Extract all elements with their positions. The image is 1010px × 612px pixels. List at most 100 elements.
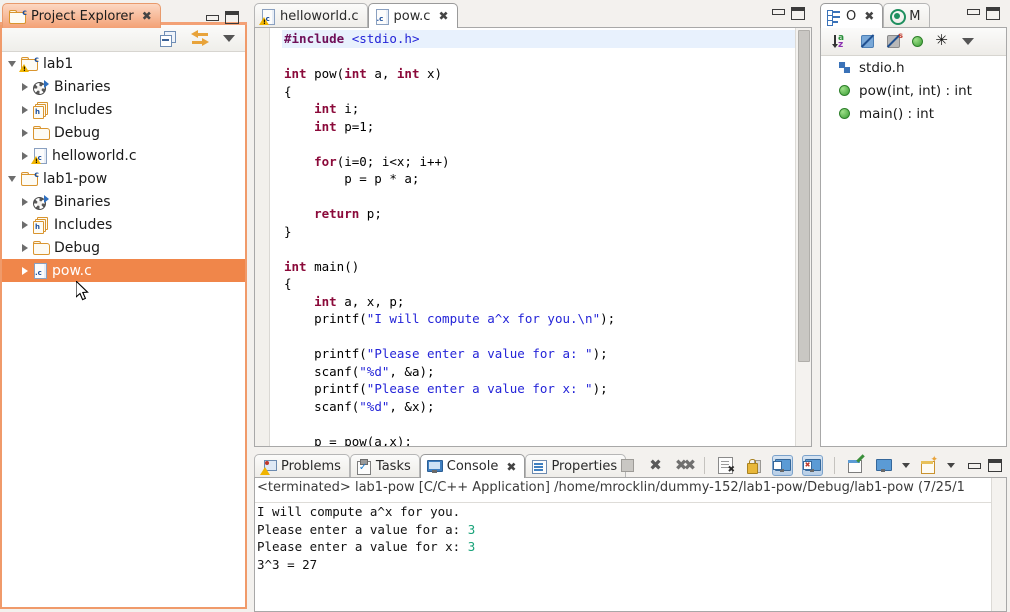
chevron-right-icon[interactable]	[22, 105, 28, 114]
terminate-button[interactable]	[618, 456, 637, 475]
chevron-down-icon[interactable]	[947, 463, 955, 468]
chevron-right-icon[interactable]	[22, 128, 28, 137]
warning-overlay-icon	[31, 156, 41, 165]
tree-item[interactable]: h Includes	[2, 213, 245, 236]
chevron-right-icon[interactable]	[22, 243, 28, 252]
editor-folding-ruler[interactable]	[270, 28, 281, 446]
code-line[interactable]: int i;	[282, 100, 795, 118]
code-line[interactable]: scanf("%d", &x);	[282, 398, 795, 416]
outline-item[interactable]: stdio.h	[821, 56, 1006, 79]
minimize-icon[interactable]	[772, 7, 785, 16]
scroll-lock-button[interactable]	[744, 456, 763, 475]
hide-static-members-icon[interactable]: s	[886, 31, 903, 49]
outline-items-list[interactable]: stdio.h pow(int, int) : int main() : int	[821, 56, 1006, 446]
code-line[interactable]	[282, 188, 795, 206]
code-line[interactable]: {	[282, 83, 795, 101]
code-line[interactable]	[282, 328, 795, 346]
code-line[interactable]: int p=1;	[282, 118, 795, 136]
tab-properties[interactable]: Properties	[525, 454, 627, 478]
close-icon[interactable]: ✖	[438, 10, 448, 22]
maximize-icon[interactable]	[791, 7, 805, 20]
chevron-right-icon[interactable]	[22, 197, 28, 206]
code-line[interactable]: {	[282, 275, 795, 293]
code-line[interactable]: p = pow(a,x);	[282, 433, 795, 447]
clear-console-button[interactable]: ✖	[716, 456, 735, 475]
console-output-text[interactable]: I will compute a^x for you. Please enter …	[255, 501, 992, 611]
tab-console[interactable]: Console ✖	[419, 454, 526, 478]
chevron-right-icon[interactable]	[22, 220, 28, 229]
project-tree[interactable]: clab1BinarieshIncludesDebug.chelloworld.…	[2, 52, 245, 607]
show-console-on-error-button[interactable]: ✖	[802, 455, 823, 476]
tab-problems[interactable]: Problems	[254, 454, 350, 478]
chevron-down-icon[interactable]	[902, 463, 910, 468]
code-line[interactable]: int main()	[282, 258, 795, 276]
code-line[interactable]: #include <stdio.h>	[282, 30, 795, 48]
tree-item[interactable]: Debug	[2, 121, 245, 144]
tab-m[interactable]: M	[883, 3, 930, 28]
code-token: );	[592, 381, 608, 396]
hide-fields-icon[interactable]	[860, 34, 875, 49]
code-line[interactable]: return p;	[282, 205, 795, 223]
maximize-icon[interactable]	[988, 459, 1002, 472]
tab-helloworld-c[interactable]: .c helloworld.c	[254, 3, 368, 28]
open-console-button[interactable]	[846, 454, 865, 475]
code-line[interactable]: scanf("%d", &a);	[282, 363, 795, 381]
tree-item[interactable]: .c helloworld.c	[2, 144, 245, 167]
tab-o[interactable]: O ✖	[820, 3, 884, 28]
outline-item[interactable]: pow(int, int) : int	[821, 79, 1006, 102]
code-line[interactable]: p = p * a;	[282, 170, 795, 188]
collapse-all-icon[interactable]	[160, 30, 177, 47]
remove-launch-button[interactable]: ✖	[646, 456, 665, 475]
tree-item[interactable]: Debug	[2, 236, 245, 259]
editor-scrollbar-thumb[interactable]	[798, 30, 810, 362]
outline-item[interactable]: main() : int	[821, 102, 1006, 125]
code-line[interactable]: printf("Please enter a value for a: ");	[282, 345, 795, 363]
minimize-icon[interactable]	[967, 7, 980, 16]
link-with-editor-icon[interactable]	[191, 30, 209, 46]
chevron-right-icon[interactable]	[22, 82, 28, 91]
sort-alphabetically-icon[interactable]: az	[831, 33, 849, 50]
close-icon[interactable]: ✖	[506, 461, 516, 473]
view-menu-icon[interactable]	[223, 34, 235, 42]
code-line[interactable]	[282, 48, 795, 66]
tree-item[interactable]: clab1	[2, 52, 245, 75]
maximize-icon[interactable]	[986, 7, 1000, 20]
chevron-right-icon[interactable]	[22, 151, 28, 160]
editor-vertical-scrollbar[interactable]	[795, 28, 811, 446]
code-line[interactable]	[282, 415, 795, 433]
code-line[interactable]: }	[282, 223, 795, 241]
close-icon[interactable]: ✖	[142, 10, 152, 22]
code-line[interactable]: int pow(int a, int x)	[282, 65, 795, 83]
chevron-down-icon[interactable]	[8, 175, 16, 182]
chevron-right-icon[interactable]	[22, 266, 28, 275]
tree-item[interactable]: h Includes	[2, 98, 245, 121]
code-line[interactable]: for(i=0; i<x; i++)	[282, 153, 795, 171]
code-line[interactable]	[282, 240, 795, 258]
display-selected-console-button[interactable]	[874, 456, 893, 475]
tab-project-explorer[interactable]: c Project Explorer ✖	[2, 3, 161, 28]
show-console-on-output-button[interactable]	[772, 455, 793, 476]
editor-annotation-ruler[interactable]	[255, 28, 270, 446]
close-icon[interactable]: ✖	[864, 10, 874, 22]
code-line[interactable]	[282, 135, 795, 153]
tab-tasks[interactable]: ✓ Tasks	[349, 454, 420, 478]
remove-all-terminated-button[interactable]: ✖✖	[674, 456, 696, 475]
view-menu-icon[interactable]	[962, 38, 974, 45]
minimize-icon[interactable]	[968, 461, 981, 470]
maximize-icon[interactable]	[225, 11, 239, 24]
code-line[interactable]: printf("Please enter a value for x: ");	[282, 380, 795, 398]
chevron-down-icon[interactable]	[8, 60, 16, 67]
tree-item[interactable]: Binaries	[2, 190, 245, 213]
tree-item[interactable]: c lab1-pow	[2, 167, 245, 190]
tab-pow-c[interactable]: .c pow.c ✖	[367, 3, 458, 28]
minimize-icon[interactable]	[206, 13, 219, 22]
tree-item[interactable]: Binaries	[2, 75, 245, 98]
hide-non-public-icon[interactable]	[912, 36, 923, 47]
source-code-text[interactable]: #include <stdio.h> int pow(int a, int x)…	[282, 28, 795, 446]
new-console-view-button[interactable]: ✦	[919, 455, 938, 475]
tree-item-selected[interactable]: .c pow.c	[2, 259, 245, 282]
console-vertical-scrollbar[interactable]	[991, 478, 1006, 611]
code-line[interactable]: int a, x, p;	[282, 293, 795, 311]
filter-icon[interactable]: ✳	[934, 33, 949, 49]
code-line[interactable]: printf("I will compute a^x for you.\n");	[282, 310, 795, 328]
